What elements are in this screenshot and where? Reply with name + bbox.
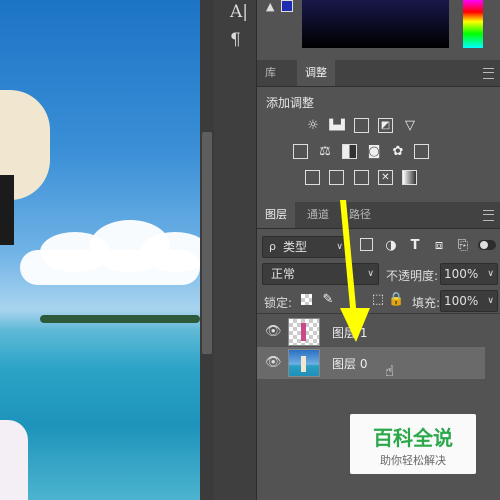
watermark-title: 百科全说 bbox=[373, 426, 453, 450]
curves-icon[interactable] bbox=[354, 118, 369, 133]
opacity-label: 不透明度: bbox=[386, 269, 439, 283]
layer-thumbnail bbox=[288, 349, 320, 377]
color-picker-field[interactable] bbox=[302, 0, 449, 48]
channel-mixer-icon[interactable]: ✿ bbox=[390, 144, 406, 160]
photo-filter-icon[interactable]: ◙ bbox=[366, 144, 382, 160]
adjustments-tabbar: 库 调整 bbox=[257, 60, 500, 87]
color-balance-icon[interactable]: ⚖ bbox=[317, 144, 333, 160]
chevron-down-icon: ∨ bbox=[487, 269, 494, 279]
filter-toggle[interactable] bbox=[478, 240, 496, 250]
gradient-map-icon[interactable] bbox=[402, 170, 417, 185]
search-icon: ρ bbox=[269, 240, 276, 253]
filter-adjustment-icon[interactable]: ◑ bbox=[383, 238, 399, 254]
canvas-scrollbar-thumb[interactable] bbox=[202, 132, 212, 354]
selective-color-icon[interactable]: ✕ bbox=[378, 170, 393, 185]
add-adjustment-heading: 添加调整 bbox=[266, 96, 315, 110]
toggle-knob bbox=[480, 241, 488, 249]
panel-menu-icon[interactable] bbox=[483, 68, 494, 79]
posterize-icon[interactable] bbox=[329, 170, 344, 185]
layer-name[interactable]: 图层 0 bbox=[332, 355, 367, 372]
hand-cursor-icon: ☝ bbox=[385, 362, 395, 380]
fill-value: 100% bbox=[444, 294, 479, 308]
warning-icon[interactable]: ▲ bbox=[266, 0, 274, 13]
visibility-eye-icon[interactable]: 👁 bbox=[265, 356, 282, 370]
layer-filter-label: 类型 bbox=[283, 240, 308, 254]
visibility-eye-icon[interactable]: 👁 bbox=[265, 325, 282, 339]
tab-layers[interactable]: 图层 bbox=[257, 202, 295, 228]
chevron-down-icon: ∨ bbox=[487, 296, 494, 306]
threshold-icon[interactable] bbox=[354, 170, 369, 185]
document-canvas[interactable] bbox=[0, 0, 200, 500]
panel-icon-strip bbox=[214, 0, 257, 500]
figure bbox=[301, 356, 306, 372]
fill-label: 填充: bbox=[412, 296, 441, 310]
hue-saturation-icon[interactable] bbox=[293, 144, 308, 159]
lock-all-icon[interactable]: 🔒 bbox=[388, 292, 404, 308]
figure bbox=[301, 323, 306, 341]
vibrance-icon[interactable]: ▽ bbox=[402, 118, 418, 134]
color-lookup-icon[interactable] bbox=[414, 144, 429, 159]
dress bbox=[0, 420, 28, 500]
opacity-value: 100% bbox=[444, 267, 479, 281]
black-white-icon[interactable] bbox=[342, 144, 357, 159]
fill-input[interactable]: 100% ∨ bbox=[440, 290, 498, 312]
paragraph-panel-icon[interactable]: ¶ bbox=[230, 30, 241, 50]
character-panel-icon[interactable]: A| bbox=[230, 2, 248, 22]
distant-island bbox=[40, 315, 200, 323]
layer-thumbnail bbox=[288, 318, 320, 346]
cloud bbox=[20, 250, 200, 285]
watermark-subtitle: 助你轻松解决 bbox=[380, 454, 446, 467]
filter-smart-object-icon[interactable]: ⎘ bbox=[455, 238, 471, 254]
tab-adjustments[interactable]: 调整 bbox=[297, 60, 335, 86]
annotation-arrow bbox=[340, 200, 370, 342]
exposure-icon[interactable]: ◩ bbox=[378, 118, 393, 133]
filter-shape-icon[interactable]: ⧈ bbox=[431, 238, 447, 254]
hue-slider[interactable] bbox=[463, 0, 483, 48]
lock-transparent-icon[interactable] bbox=[301, 294, 312, 305]
blend-mode-value: 正常 bbox=[271, 267, 296, 281]
color-swatch[interactable] bbox=[281, 0, 293, 12]
lock-label: 锁定: bbox=[264, 296, 293, 310]
panel-menu-icon[interactable] bbox=[483, 210, 494, 221]
watermark-logo: 百科全说 助你轻松解决 bbox=[350, 414, 476, 474]
brightness-icon[interactable]: ☼ bbox=[305, 118, 321, 134]
tab-library[interactable]: 库 bbox=[257, 60, 284, 86]
filter-type-icon[interactable]: T bbox=[407, 238, 423, 254]
hair bbox=[0, 175, 14, 245]
invert-icon[interactable] bbox=[305, 170, 320, 185]
opacity-input[interactable]: 100% ∨ bbox=[440, 263, 498, 285]
levels-icon[interactable]: ▙▟ bbox=[329, 118, 345, 134]
